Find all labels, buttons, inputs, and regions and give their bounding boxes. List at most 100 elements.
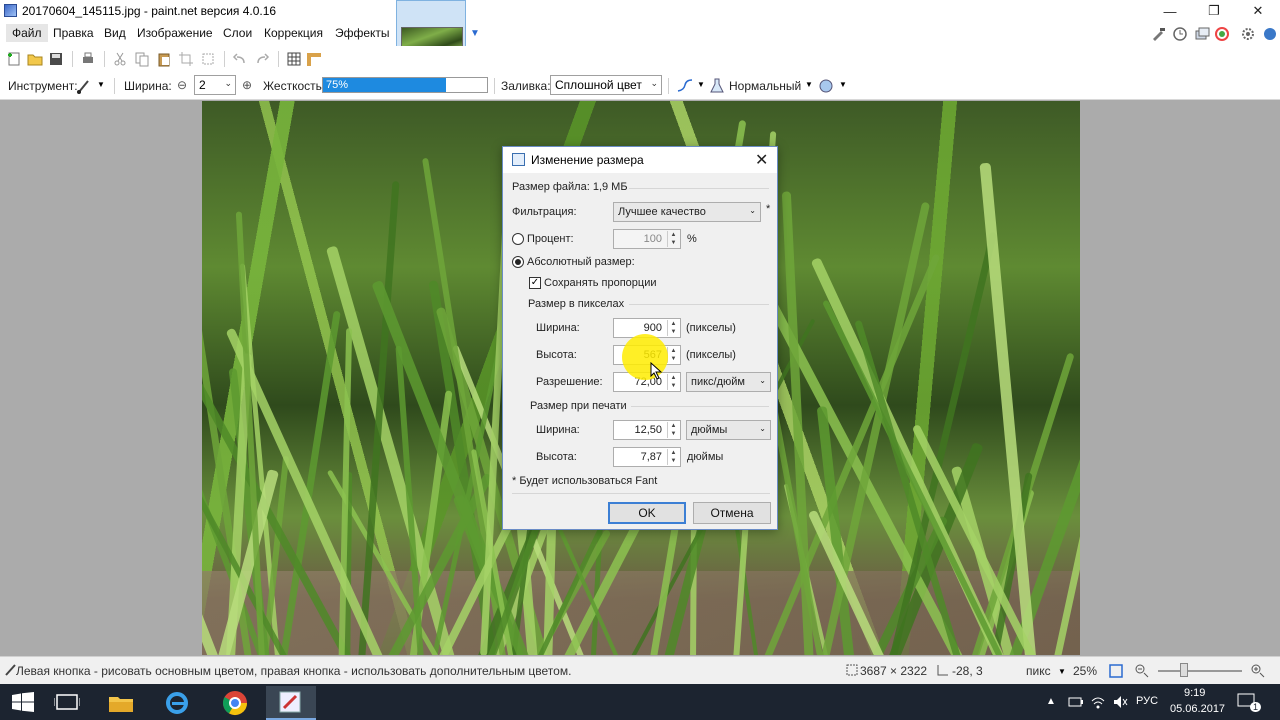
task-view-icon[interactable]: [54, 693, 80, 711]
paintnet-task[interactable]: [266, 686, 316, 720]
spinner-arrows-icon[interactable]: ▲ ▼: [667, 231, 679, 247]
pixel-width-value: 900: [643, 322, 662, 334]
clock-time[interactable]: 9:19: [1184, 687, 1205, 699]
spinner-arrows-icon[interactable]: ▲ ▼: [667, 374, 679, 390]
pixel-width-unit: (пикселы): [686, 322, 736, 334]
width-increase-icon[interactable]: ⊕: [242, 78, 252, 92]
volume-icon[interactable]: [1112, 694, 1128, 710]
layers-icon[interactable]: [1194, 26, 1210, 42]
blend-mode-flask-icon: [710, 78, 724, 93]
paintnet-icon: [279, 691, 301, 713]
window-title: 20170604_145115.jpg - paint.net версия 4…: [22, 4, 277, 18]
absolute-size-radio[interactable]: [512, 256, 524, 268]
zoom-slider-track[interactable]: [1158, 670, 1242, 672]
cancel-button[interactable]: Отмена: [693, 502, 771, 524]
status-hint: Левая кнопка - рисовать основным цветом,…: [16, 664, 572, 678]
colors-icon[interactable]: [1214, 26, 1230, 42]
chevron-down-icon: ⌄: [224, 78, 232, 88]
input-language[interactable]: РУС: [1136, 695, 1158, 707]
percent-spinner[interactable]: 100 ▲ ▼: [613, 229, 681, 249]
menu-edit[interactable]: Правка: [53, 26, 94, 40]
internet-explorer-task[interactable]: [152, 686, 202, 720]
menu-view[interactable]: Вид: [104, 26, 126, 40]
units-selector[interactable]: пикс: [1026, 664, 1051, 678]
paintbrush-icon[interactable]: [76, 78, 92, 94]
wifi-icon[interactable]: [1090, 694, 1106, 710]
crop-to-selection-icon[interactable]: [178, 51, 194, 67]
ruler-icon[interactable]: [306, 51, 322, 67]
zoom-out-icon[interactable]: [1134, 663, 1150, 679]
ok-button[interactable]: OK: [608, 502, 686, 524]
width-label: Ширина:: [124, 79, 172, 93]
deselect-icon[interactable]: [200, 51, 216, 67]
blend-mode-value[interactable]: Нормальный: [729, 79, 801, 93]
menu-layers[interactable]: Слои: [223, 26, 252, 40]
fant-note: * Будет использоваться Fant: [512, 475, 658, 487]
zoom-fit-icon[interactable]: [1108, 663, 1124, 679]
help-icon[interactable]: [1262, 26, 1278, 42]
grid-icon[interactable]: [286, 51, 302, 67]
percent-value: 100: [643, 233, 662, 245]
undo-icon[interactable]: [232, 51, 248, 67]
units-dropdown-icon[interactable]: ▼: [1058, 667, 1066, 676]
internet-explorer-icon: [166, 692, 188, 714]
settings-gear-icon[interactable]: [1240, 26, 1256, 42]
brush-width-field[interactable]: 2 ⌄: [194, 75, 236, 95]
file-explorer-task[interactable]: [96, 686, 146, 720]
spinner-arrows-icon[interactable]: ▲ ▼: [667, 347, 679, 363]
menu-effects[interactable]: Эффекты: [335, 26, 390, 40]
zoom-slider-thumb[interactable]: [1180, 663, 1188, 677]
width-decrease-icon[interactable]: ⊖: [177, 78, 187, 92]
print-height-spinner[interactable]: 7,87 ▲ ▼: [613, 447, 681, 467]
filter-value: Лучшее качество: [618, 206, 706, 218]
hardness-slider[interactable]: 75%: [322, 77, 488, 93]
tools-icon[interactable]: [1150, 26, 1166, 42]
windows-start-icon[interactable]: [12, 692, 34, 712]
tab-list-dropdown-icon[interactable]: ▼: [470, 28, 480, 39]
blend-mode-dropdown-icon[interactable]: ▼: [805, 80, 813, 89]
spinner-arrows-icon[interactable]: ▲ ▼: [667, 449, 679, 465]
print-icon[interactable]: [80, 51, 96, 67]
print-unit-combo[interactable]: дюймы ⌄: [686, 420, 771, 440]
clock-date[interactable]: 05.06.2017: [1170, 703, 1225, 715]
antialiasing-icon[interactable]: [676, 78, 694, 94]
antialiasing-dropdown-icon[interactable]: ▼: [697, 80, 705, 89]
chrome-task[interactable]: [210, 686, 260, 720]
fill-mode-combo[interactable]: Сплошной цвет ⌄: [550, 75, 662, 95]
spinner-arrows-icon[interactable]: ▲ ▼: [667, 320, 679, 336]
zoom-in-icon[interactable]: [1250, 663, 1266, 679]
history-icon[interactable]: [1172, 26, 1188, 42]
chevron-down-icon: ⌄: [759, 376, 766, 385]
open-file-icon[interactable]: [27, 51, 43, 67]
zoom-value[interactable]: 25%: [1073, 664, 1097, 678]
tray-expand-icon[interactable]: ▲: [1046, 696, 1056, 707]
close-window-button[interactable]: ✕: [1236, 0, 1280, 22]
alpha-dropdown-icon[interactable]: ▼: [839, 80, 847, 89]
tool-dropdown-arrow-icon[interactable]: ▼: [97, 80, 105, 89]
main-toolbar: [0, 46, 1280, 72]
spinner-arrows-icon[interactable]: ▲ ▼: [667, 422, 679, 438]
save-icon[interactable]: [48, 51, 64, 67]
keep-ratio-checkbox[interactable]: ✓: [529, 277, 541, 289]
toolbar-separator: [72, 51, 73, 67]
restore-button[interactable]: ❐: [1192, 0, 1236, 22]
copy-icon[interactable]: [134, 51, 150, 67]
percent-radio[interactable]: [512, 233, 524, 245]
print-width-spinner[interactable]: 12,50 ▲ ▼: [613, 420, 681, 440]
resolution-unit-combo[interactable]: пикс/дюйм ⌄: [686, 372, 771, 392]
alpha-blending-icon[interactable]: [818, 78, 834, 94]
redo-icon[interactable]: [254, 51, 270, 67]
resolution-unit-value: пикс/дюйм: [691, 376, 745, 388]
dialog-close-icon[interactable]: ✕: [755, 150, 768, 170]
menu-file[interactable]: Файл: [6, 24, 48, 42]
menu-image[interactable]: Изображение: [137, 26, 213, 40]
cut-icon[interactable]: [112, 51, 128, 67]
chevron-down-icon: ⌄: [650, 78, 658, 88]
minimize-button[interactable]: —: [1148, 0, 1192, 22]
percent-unit: %: [687, 233, 697, 245]
battery-icon[interactable]: [1068, 695, 1084, 709]
filter-combo[interactable]: Лучшее качество ⌄: [613, 202, 761, 222]
menu-adjustments[interactable]: Коррекция: [264, 26, 323, 40]
paste-icon[interactable]: [156, 51, 172, 67]
new-file-icon[interactable]: [6, 51, 22, 67]
